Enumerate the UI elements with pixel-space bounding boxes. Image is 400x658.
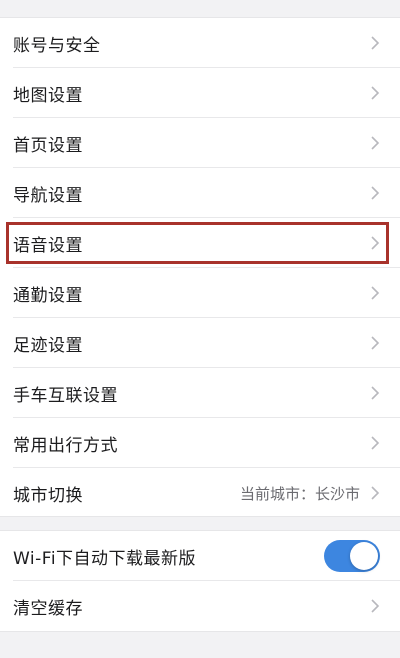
setting-label: 手车互联设置 bbox=[13, 385, 118, 406]
chevron-right-icon bbox=[371, 486, 380, 500]
setting-wifi-auto-download: Wi-Fi下自动下载最新版 bbox=[0, 531, 400, 581]
setting-city-switch[interactable]: 城市切换 当前城市：长沙市 bbox=[0, 468, 400, 518]
chevron-right-icon bbox=[371, 599, 380, 613]
setting-account-security[interactable]: 账号与安全 bbox=[0, 18, 400, 68]
setting-label: 地图设置 bbox=[13, 85, 83, 106]
setting-label: 城市切换 bbox=[13, 485, 83, 506]
chevron-right-icon bbox=[371, 386, 380, 400]
wifi-download-toggle[interactable] bbox=[324, 540, 380, 572]
chevron-right-icon bbox=[371, 436, 380, 450]
setting-phone-car-link[interactable]: 手车互联设置 bbox=[0, 368, 400, 418]
chevron-right-icon bbox=[371, 86, 380, 100]
chevron-right-icon bbox=[371, 336, 380, 350]
setting-commute[interactable]: 通勤设置 bbox=[0, 268, 400, 318]
settings-page: 账号与安全 地图设置 首页设置 导航设置 语音设置 通勤设置 足迹设置 手车互联… bbox=[0, 0, 400, 658]
setting-clear-cache[interactable]: 清空缓存 bbox=[0, 581, 400, 631]
setting-label: 足迹设置 bbox=[13, 335, 83, 356]
toggle-knob bbox=[350, 542, 378, 570]
setting-label: 账号与安全 bbox=[13, 35, 101, 56]
chevron-right-icon bbox=[371, 286, 380, 300]
chevron-right-icon bbox=[371, 136, 380, 150]
settings-group: 账号与安全 地图设置 首页设置 导航设置 语音设置 通勤设置 足迹设置 手车互联… bbox=[0, 17, 400, 517]
setting-label: 通勤设置 bbox=[13, 285, 83, 306]
chevron-right-icon bbox=[371, 186, 380, 200]
setting-footprint[interactable]: 足迹设置 bbox=[0, 318, 400, 368]
setting-label: 首页设置 bbox=[13, 135, 83, 156]
setting-travel-mode[interactable]: 常用出行方式 bbox=[0, 418, 400, 468]
setting-label: 导航设置 bbox=[13, 185, 83, 206]
storage-group: Wi-Fi下自动下载最新版 清空缓存 bbox=[0, 530, 400, 632]
chevron-right-icon bbox=[371, 36, 380, 50]
current-city-value: 当前城市：长沙市 bbox=[239, 484, 360, 503]
voice-setting-highlight-box bbox=[6, 222, 389, 264]
setting-label: 清空缓存 bbox=[13, 598, 83, 619]
setting-map[interactable]: 地图设置 bbox=[0, 68, 400, 118]
setting-navigation[interactable]: 导航设置 bbox=[0, 168, 400, 218]
setting-label: 常用出行方式 bbox=[13, 435, 118, 456]
setting-home[interactable]: 首页设置 bbox=[0, 118, 400, 168]
setting-label: Wi-Fi下自动下载最新版 bbox=[13, 548, 197, 569]
